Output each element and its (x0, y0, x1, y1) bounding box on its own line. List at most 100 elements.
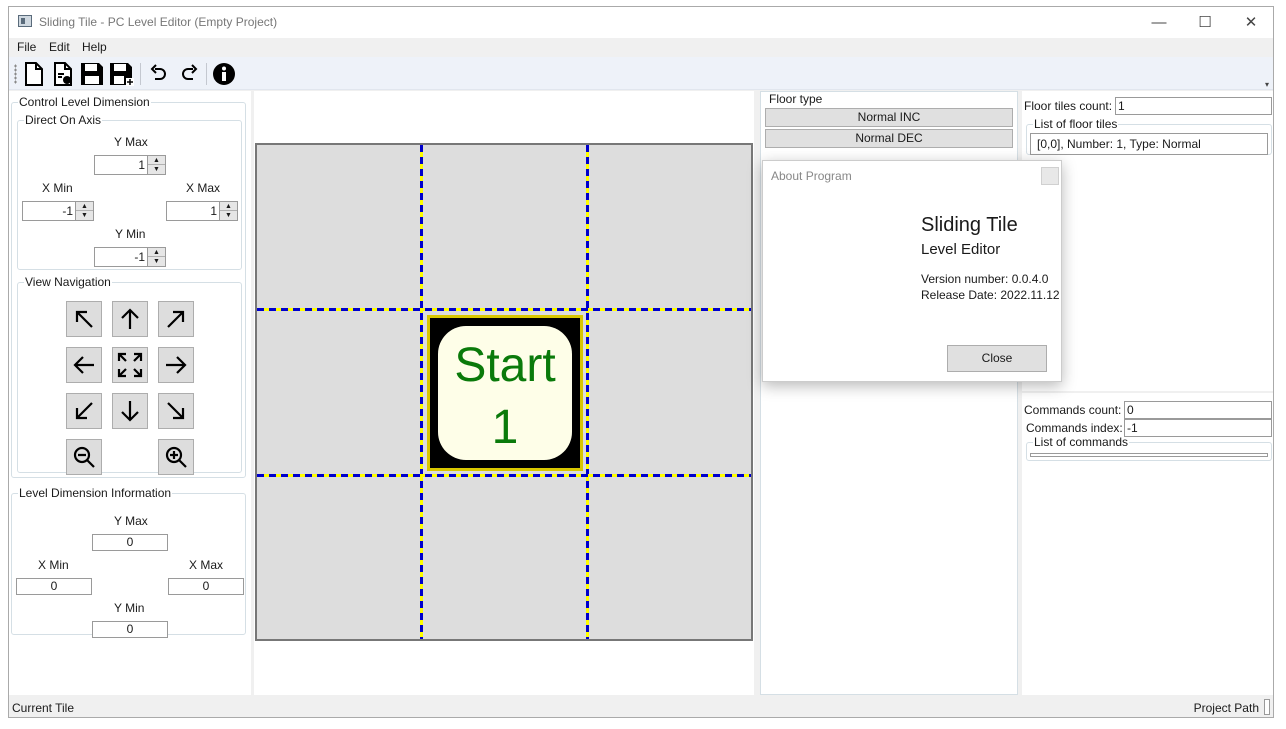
x-min-spinner[interactable]: -1 ▲ ▼ (22, 201, 94, 221)
zoom-out-icon (73, 446, 95, 468)
about-button[interactable] (211, 61, 237, 87)
status-bar: Current Tile Project Path (9, 695, 1273, 717)
nav-down-right-button[interactable] (158, 393, 194, 429)
current-tile-status: Current Tile (12, 701, 75, 715)
spin-up-icon[interactable]: ▲ (148, 248, 165, 257)
about-dialog: About Program Sliding Tile Level Editor … (762, 160, 1062, 382)
y-min-value[interactable]: -1 (134, 250, 145, 264)
x-max-value[interactable]: 1 (210, 204, 217, 218)
menu-file[interactable]: File (17, 40, 36, 54)
x-min-value[interactable]: -1 (62, 204, 73, 218)
maximize-button[interactable]: ☐ (1182, 7, 1228, 38)
start-tile[interactable]: Start 1 (427, 315, 583, 471)
grid-cell[interactable] (589, 311, 754, 476)
view-navigation-group: View Navigation (17, 275, 242, 475)
minimize-button[interactable]: — (1136, 7, 1182, 38)
grid-cell[interactable] (257, 477, 422, 642)
spin-up-icon[interactable]: ▲ (148, 156, 165, 165)
spin-down-icon[interactable]: ▼ (148, 165, 165, 174)
spin-down-icon[interactable]: ▼ (76, 211, 93, 220)
undo-icon (150, 64, 166, 80)
open-file-button[interactable] (50, 61, 76, 87)
spin-down-icon[interactable]: ▼ (220, 211, 237, 220)
info-icon (213, 63, 235, 85)
start-tile-face: Start 1 (438, 326, 572, 460)
arrow-up-icon (121, 308, 139, 329)
floor-tiles-list[interactable]: [0,0], Number: 1, Type: Normal (1030, 133, 1268, 155)
menu-edit[interactable]: Edit (49, 40, 70, 54)
zoom-out-button[interactable] (66, 439, 102, 475)
commands-list[interactable] (1030, 453, 1268, 457)
y-max-label: Y Max (114, 135, 148, 149)
nav-up-button[interactable] (112, 301, 148, 337)
about-app-name: Sliding Tile (921, 214, 1018, 236)
floor-normal-inc-button[interactable]: Normal INC (765, 108, 1013, 127)
spin-up-icon[interactable]: ▲ (76, 202, 93, 211)
x-max-label: X Max (186, 181, 221, 195)
new-file-button[interactable] (21, 61, 47, 87)
floor-normal-dec-button[interactable]: Normal DEC (765, 129, 1013, 148)
grid-line (257, 474, 751, 477)
grid-cell[interactable] (589, 477, 754, 642)
fit-view-icon (117, 352, 143, 378)
nav-right-button[interactable] (158, 347, 194, 383)
nav-up-left-button[interactable] (66, 301, 102, 337)
redo-button[interactable] (176, 61, 202, 87)
list-item[interactable]: [0,0], Number: 1, Type: Normal (1037, 137, 1201, 151)
start-number: 1 (491, 401, 519, 454)
view-navigation-title: View Navigation (25, 275, 111, 289)
grid-cell[interactable] (423, 477, 588, 642)
arrow-down-right-icon (167, 402, 185, 420)
level-canvas[interactable]: Start 1 (254, 91, 754, 695)
toolbar-separator (206, 63, 207, 85)
tile-grid[interactable]: Start 1 (255, 143, 753, 641)
save-as-button[interactable] (109, 61, 135, 87)
grid-cell[interactable] (257, 145, 422, 310)
about-dialog-title: About Program (771, 169, 852, 183)
arrow-left-icon (73, 356, 94, 374)
x-min-label: X Min (42, 181, 73, 195)
grid-cell[interactable] (257, 311, 422, 476)
save-icon (81, 63, 103, 85)
spin-down-icon[interactable]: ▼ (148, 257, 165, 266)
window-title: Sliding Tile - PC Level Editor (Empty Pr… (39, 15, 278, 29)
grid-cell[interactable] (423, 145, 588, 310)
about-release-date: Release Date: 2022.11.12 (921, 288, 1060, 302)
toolbar-overflow-button[interactable]: ▾ (1265, 80, 1269, 89)
spin-up-icon[interactable]: ▲ (220, 202, 237, 211)
project-path-status: Project Path (1193, 701, 1259, 715)
menu-bar: File Edit Help (9, 38, 1273, 57)
arrow-up-left-icon (75, 310, 93, 328)
commands-count-field[interactable]: 0 (1124, 401, 1272, 419)
panel-splitter[interactable] (1022, 391, 1273, 393)
floor-tiles-list-title: List of floor tiles (1034, 117, 1118, 131)
info-x-min-value: 0 (16, 578, 92, 595)
save-button[interactable] (79, 61, 105, 87)
undo-button[interactable] (146, 61, 172, 87)
nav-up-right-button[interactable] (158, 301, 194, 337)
about-close-button[interactable]: Close (947, 345, 1047, 372)
app-icon (18, 15, 32, 27)
info-x-min-label: X Min (38, 558, 69, 572)
nav-down-button[interactable] (112, 393, 148, 429)
floor-tiles-count-field[interactable]: 1 (1115, 97, 1272, 115)
zoom-in-button[interactable] (158, 439, 194, 475)
dialog-close-icon[interactable] (1041, 167, 1059, 185)
toolbar-grip[interactable] (14, 64, 17, 84)
nav-down-left-button[interactable] (66, 393, 102, 429)
y-min-spinner[interactable]: -1 ▲ ▼ (94, 247, 166, 267)
redo-icon (182, 64, 198, 80)
nav-left-button[interactable] (66, 347, 102, 383)
main-window: Sliding Tile - PC Level Editor (Empty Pr… (8, 6, 1274, 718)
nav-fit-view-button[interactable] (112, 347, 148, 383)
menu-help[interactable]: Help (82, 40, 107, 54)
close-window-button[interactable]: ✕ (1228, 7, 1273, 38)
grid-cell[interactable] (589, 145, 754, 310)
x-max-spinner[interactable]: 1 ▲ ▼ (166, 201, 238, 221)
floor-type-title: Floor type (769, 92, 823, 106)
y-max-value[interactable]: 1 (138, 158, 145, 172)
y-max-spinner[interactable]: 1 ▲ ▼ (94, 155, 166, 175)
arrow-down-left-icon (75, 402, 93, 420)
save-as-icon (110, 63, 134, 86)
direct-on-axis-group: Direct On Axis Y Max 1 ▲ ▼ X Min -1 ▲ ▼ X … (17, 113, 242, 270)
